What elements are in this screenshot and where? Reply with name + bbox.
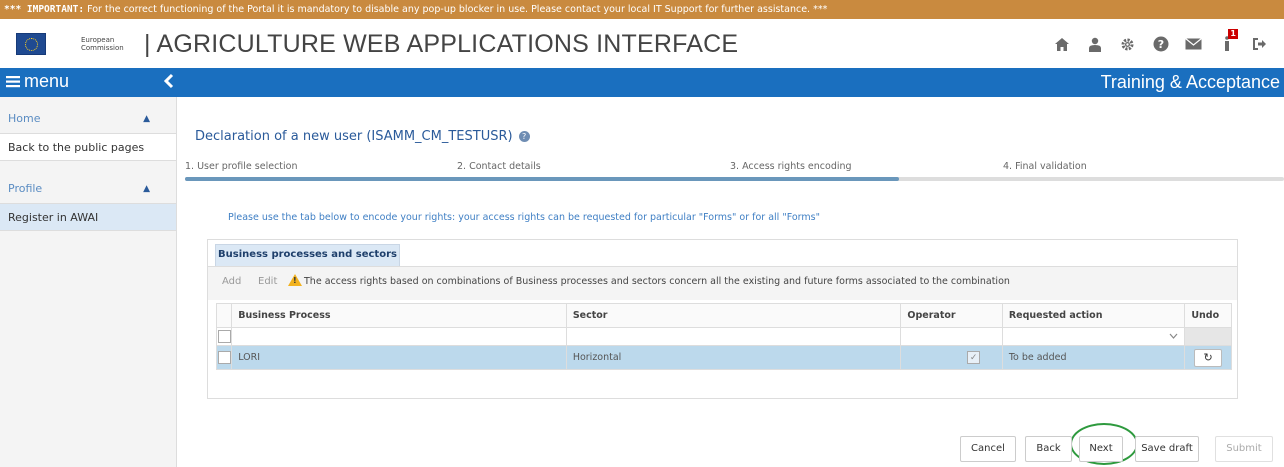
- cell-sector: Horizontal: [565, 345, 902, 370]
- table-header-row: Business Process Sector Operator Request…: [215, 303, 1232, 328]
- header-select-cell: [215, 303, 233, 328]
- grid-toolbar: Add Edit ! The access rights based on co…: [208, 266, 1237, 300]
- info-icon[interactable]: ?: [518, 131, 530, 142]
- col-undo[interactable]: Undo: [1184, 303, 1232, 328]
- toolbar-message: The access rights based on combinations …: [304, 276, 1010, 287]
- ec-logo-text: European Commission: [81, 36, 124, 52]
- ec-logo: [16, 33, 46, 55]
- step-2[interactable]: 2. Contact details: [457, 161, 541, 172]
- filter-requested-action[interactable]: [1001, 327, 1186, 346]
- menu-button[interactable]: menu: [6, 71, 69, 92]
- home-icon[interactable]: [1045, 32, 1078, 56]
- page-title: Declaration of a new user (ISAMM_CM_TEST…: [195, 129, 530, 144]
- save-draft-button[interactable]: Save draft: [1135, 436, 1199, 462]
- add-button[interactable]: Add: [222, 276, 241, 287]
- filter-row: [215, 327, 1232, 346]
- col-requested-action[interactable]: Requested action: [1001, 303, 1186, 328]
- app-title: | AGRICULTURE WEB APPLICATIONS INTERFACE: [144, 30, 739, 58]
- instruction-text: Please use the tab below to encode your …: [228, 212, 820, 223]
- step-1[interactable]: 1. User profile selection: [185, 161, 297, 172]
- chevron-left-icon: [163, 73, 174, 89]
- table-row[interactable]: LORI Horizontal ✓ To be added ↻: [215, 345, 1232, 370]
- select-all-checkbox[interactable]: [217, 330, 231, 343]
- sidebar-section-profile[interactable]: Profile ▲: [0, 175, 176, 203]
- sidebar-item-public-pages[interactable]: Back to the public pages: [0, 133, 176, 161]
- access-rights-table: Business Process Sector Operator Request…: [215, 303, 1232, 384]
- col-business-process[interactable]: Business Process: [231, 303, 567, 328]
- sidebar-item-register[interactable]: Register in AWAI: [0, 203, 176, 231]
- access-rights-panel: Business processes and sectors Add Edit …: [207, 239, 1238, 399]
- caret-up-icon: ▲: [143, 184, 150, 194]
- submit-button[interactable]: Submit: [1215, 436, 1273, 462]
- filter-business-process[interactable]: [231, 327, 567, 346]
- cell-requested-action: To be added: [1001, 345, 1186, 370]
- tab-business-processes[interactable]: Business processes and sectors: [215, 244, 400, 266]
- collapse-sidebar-button[interactable]: [163, 70, 174, 94]
- chevron-down-icon: [1169, 333, 1178, 339]
- environment-label: Training & Acceptance: [1100, 72, 1280, 92]
- mail-icon[interactable]: [1177, 32, 1210, 56]
- wizard-steps: 1. User profile selection 2. Contact det…: [185, 158, 1284, 181]
- col-sector[interactable]: Sector: [565, 303, 902, 328]
- user-icon[interactable]: [1078, 32, 1111, 56]
- svg-text:?: ?: [1157, 38, 1163, 51]
- menu-label: menu: [24, 71, 70, 91]
- tab-strip: Business processes and sectors: [208, 240, 1237, 266]
- edit-button[interactable]: Edit: [258, 276, 277, 287]
- important-banner: *** IMPORTANT: For the correct functioni…: [0, 0, 1284, 19]
- col-operator[interactable]: Operator: [900, 303, 1003, 328]
- help-icon[interactable]: ?: [1144, 32, 1177, 56]
- step-3[interactable]: 3. Access rights encoding: [730, 161, 852, 172]
- warning-icon: !: [288, 274, 302, 286]
- filter-sector[interactable]: [565, 327, 902, 346]
- back-button[interactable]: Back: [1025, 436, 1072, 462]
- caret-up-icon: ▲: [143, 114, 150, 124]
- app-header: European Commission | AGRICULTURE WEB AP…: [0, 19, 1284, 68]
- cell-business-process: LORI: [231, 345, 567, 370]
- progress-fill: [185, 177, 900, 181]
- sidebar-section-home[interactable]: Home ▲: [0, 105, 176, 133]
- undo-button[interactable]: ↻: [1194, 348, 1223, 367]
- cancel-button[interactable]: Cancel: [960, 436, 1016, 462]
- header-icons: ? 1: [1045, 29, 1276, 56]
- main-content: Declaration of a new user (ISAMM_CM_TEST…: [185, 97, 1284, 467]
- banner-text: For the correct functioning of the Porta…: [87, 4, 828, 15]
- notification-icon[interactable]: 1: [1210, 29, 1243, 56]
- sidebar: Home ▲ Back to the public pages Profile …: [0, 97, 177, 467]
- operator-checkbox[interactable]: ✓: [967, 351, 981, 364]
- filter-operator[interactable]: [900, 327, 1003, 346]
- step-4[interactable]: 4. Final validation: [1003, 161, 1087, 172]
- notification-badge: 1: [1228, 29, 1238, 39]
- next-button[interactable]: Next: [1079, 436, 1123, 462]
- nav-bar: menu Training & Acceptance: [0, 68, 1284, 97]
- hamburger-icon: [6, 76, 20, 88]
- row-checkbox[interactable]: [217, 351, 231, 364]
- banner-label: *** IMPORTANT:: [4, 4, 85, 15]
- gear-icon[interactable]: [1111, 32, 1144, 56]
- logout-icon[interactable]: [1243, 32, 1276, 56]
